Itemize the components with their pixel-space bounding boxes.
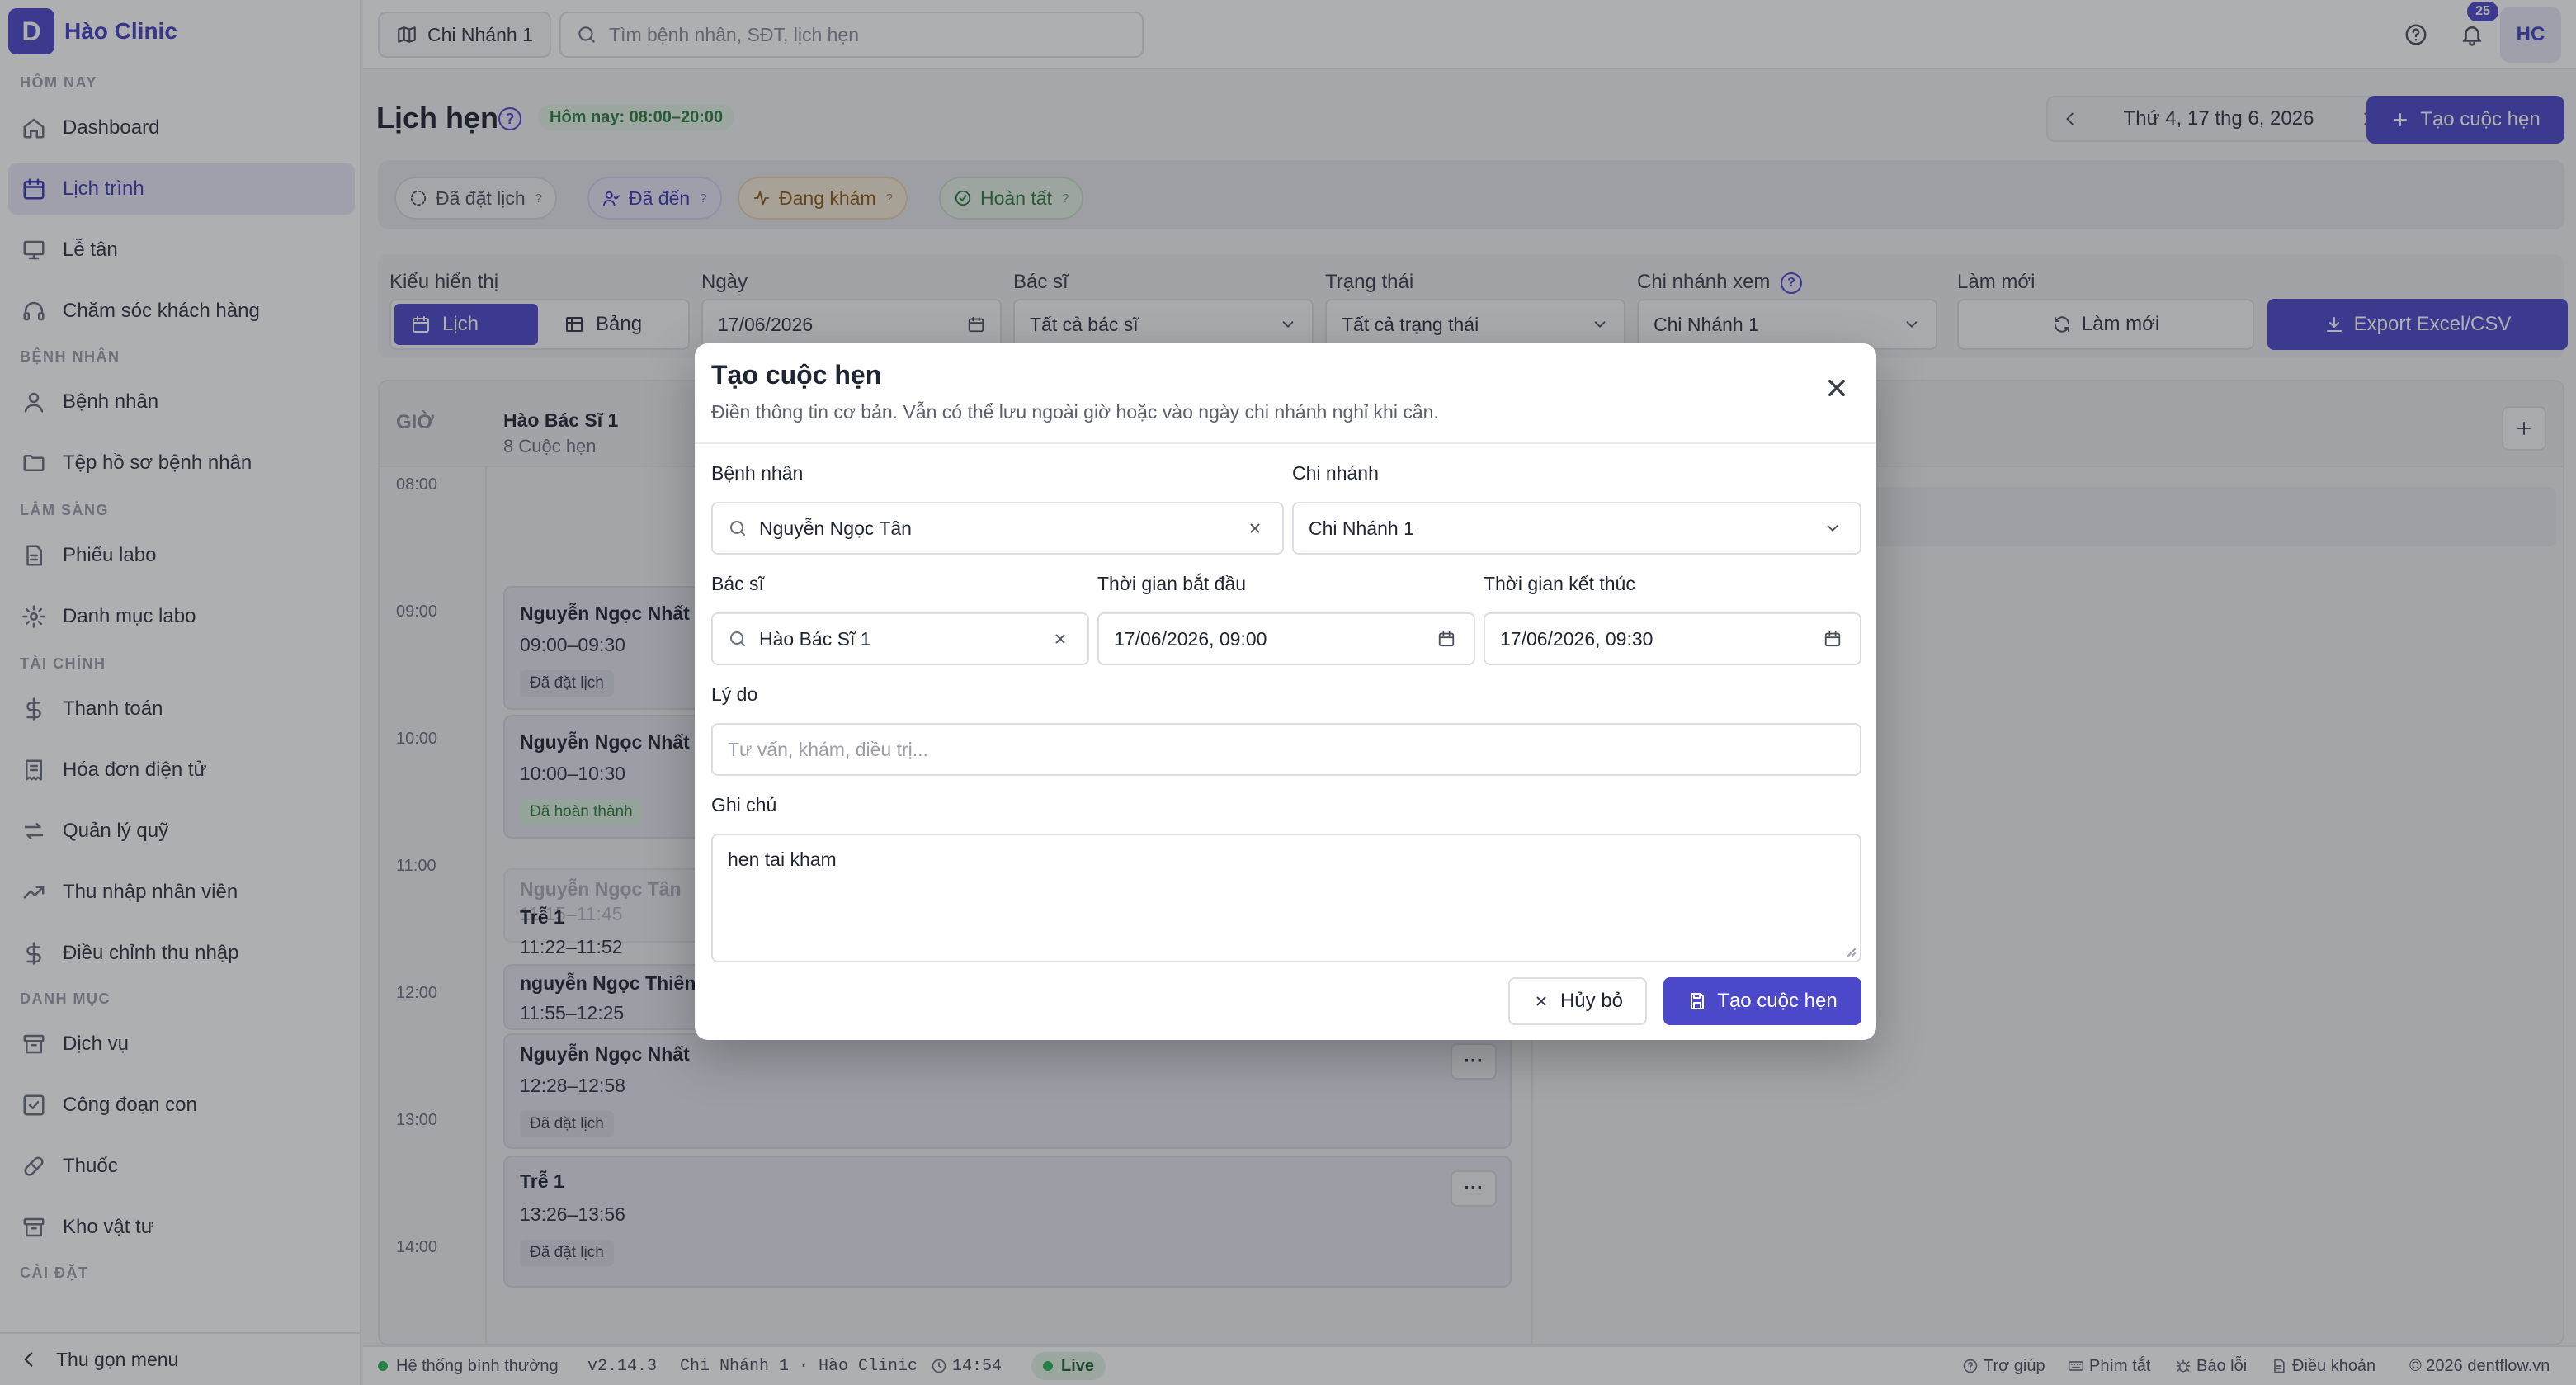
calendar-icon[interactable]: [1823, 630, 1842, 648]
branch-value: Chi Nhánh 1: [1309, 517, 1414, 539]
reason-placeholder: Tư vấn, khám, điều trị...: [728, 738, 928, 760]
search-icon: [728, 518, 748, 538]
resize-handle-icon[interactable]: [1843, 944, 1857, 957]
dialog-title: Tạo cuộc hẹn: [711, 360, 882, 390]
patient-label: Bệnh nhân: [711, 462, 804, 484]
doctor-label: Bác sĩ: [711, 573, 764, 594]
patient-field[interactable]: Nguyễn Ngọc Tân: [711, 502, 1284, 555]
close-icon: [1532, 992, 1550, 1010]
start-time-value: 17/06/2026, 09:00: [1114, 627, 1267, 650]
submit-appointment-button[interactable]: Tạo cuộc hẹn: [1663, 977, 1861, 1025]
note-label: Ghi chú: [711, 794, 777, 815]
clear-icon[interactable]: [1051, 630, 1069, 648]
calendar-icon[interactable]: [1437, 630, 1455, 648]
dialog-subtitle: Điền thông tin cơ bản. Vẫn có thể lưu ng…: [711, 401, 1439, 423]
end-time-label: Thời gian kết thúc: [1484, 573, 1635, 594]
clear-icon[interactable]: [1246, 519, 1264, 537]
start-time-label: Thời gian bắt đầu: [1097, 573, 1247, 594]
search-icon: [728, 629, 748, 649]
patient-value: Nguyễn Ngọc Tân: [759, 517, 912, 539]
reason-input[interactable]: Tư vấn, khám, điều trị...: [711, 723, 1861, 776]
close-icon[interactable]: [1820, 371, 1853, 404]
end-time-field[interactable]: 17/06/2026, 09:30: [1484, 612, 1861, 665]
branch-select[interactable]: Chi Nhánh 1: [1292, 502, 1861, 555]
submit-button-label: Tạo cuộc hẹn: [1717, 990, 1838, 1012]
reason-label: Lý do: [711, 683, 758, 705]
end-time-value: 17/06/2026, 09:30: [1500, 627, 1654, 650]
start-time-field[interactable]: 17/06/2026, 09:00: [1097, 612, 1475, 665]
save-icon: [1687, 991, 1707, 1011]
dialog-divider: [695, 442, 1876, 444]
cancel-button[interactable]: Hủy bỏ: [1508, 977, 1647, 1025]
doctor-value: Hào Bác Sĩ 1: [759, 627, 871, 650]
note-textarea[interactable]: hen tai kham: [711, 834, 1861, 962]
branch-label: Chi nhánh: [1292, 462, 1379, 484]
cancel-button-label: Hủy bỏ: [1559, 990, 1624, 1012]
create-appointment-dialog: Tạo cuộc hẹn Điền thông tin cơ bản. Vẫn …: [695, 343, 1876, 1040]
chevron-down-icon: [1823, 519, 1842, 537]
doctor-field[interactable]: Hào Bác Sĩ 1: [711, 612, 1089, 665]
note-value: hen tai kham: [728, 848, 837, 870]
